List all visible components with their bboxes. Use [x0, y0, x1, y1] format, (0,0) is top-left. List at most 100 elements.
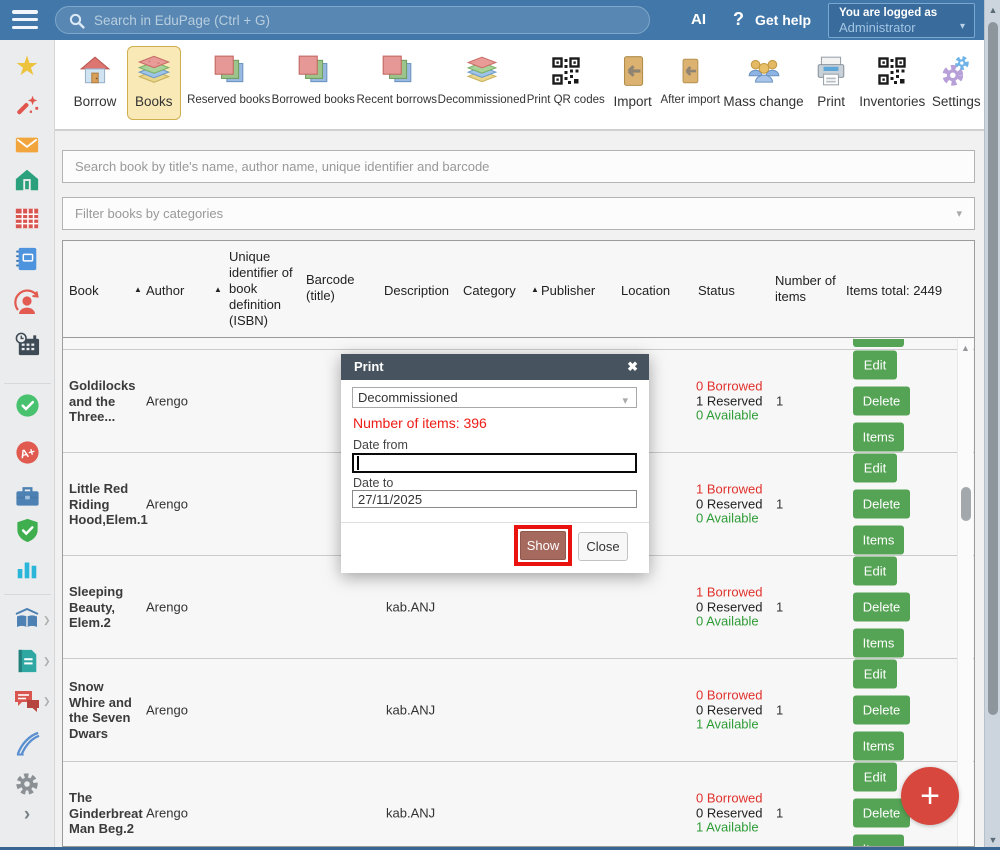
- col-description[interactable]: Description: [384, 283, 449, 299]
- toolbar-item-recent-borrows[interactable]: Recent borrows: [356, 46, 438, 120]
- book-search-field[interactable]: [62, 150, 975, 183]
- col-book[interactable]: Book: [69, 283, 99, 299]
- printer-icon: [814, 51, 848, 91]
- grade-a-plus-icon[interactable]: A+: [13, 438, 41, 466]
- people-group-icon: [746, 51, 782, 91]
- notes-document-icon[interactable]: [13, 647, 41, 675]
- items-button-partial[interactable]: [853, 339, 904, 347]
- delete-button[interactable]: Delete: [853, 387, 910, 416]
- sort-asc-icon[interactable]: ▲: [134, 285, 142, 294]
- gear-icon[interactable]: [13, 770, 41, 798]
- items-button[interactable]: Items: [853, 423, 904, 452]
- toolbar-item-import[interactable]: Import: [606, 46, 660, 120]
- book-status: 0 Borrowed 0 Reserved 1 Available: [696, 791, 772, 835]
- add-book-button[interactable]: +: [901, 767, 959, 825]
- book-layers-icon: [465, 51, 499, 91]
- toolbar-item-borrow[interactable]: Borrow: [69, 46, 121, 120]
- delete-button[interactable]: Delete: [853, 696, 910, 725]
- global-search-input[interactable]: [94, 9, 634, 31]
- toolbar-item-inventories[interactable]: Inventories: [856, 46, 928, 120]
- hamburger-menu-icon[interactable]: [12, 10, 38, 30]
- toolbar-item-reserved-books[interactable]: Reserved books: [187, 46, 271, 120]
- show-button[interactable]: Show: [520, 531, 566, 560]
- close-button[interactable]: Close: [578, 532, 628, 561]
- items-button[interactable]: Items: [853, 629, 904, 658]
- page-scrollbar[interactable]: ▲ ▼: [984, 0, 1000, 850]
- delete-button[interactable]: Delete: [853, 490, 910, 519]
- toolbar-item-borrowed-books[interactable]: Borrowed books: [271, 46, 356, 120]
- toolbar-item-mass-change[interactable]: Mass change: [721, 46, 806, 120]
- help-question-icon[interactable]: ?: [733, 9, 744, 30]
- print-dialog: Print ✖ Decommissioned ▾ Number of items…: [341, 354, 649, 573]
- notebook-icon[interactable]: [13, 245, 41, 273]
- toolbar-item-print[interactable]: Print: [806, 46, 856, 120]
- book-search-input[interactable]: [63, 151, 974, 182]
- table-scrollbar-thumb[interactable]: [961, 487, 971, 521]
- col-publisher[interactable]: Publisher: [541, 283, 595, 299]
- ai-button[interactable]: AI: [691, 11, 706, 28]
- shield-check-icon[interactable]: [13, 516, 41, 544]
- row-actions: Edit Delete Items: [853, 660, 910, 761]
- col-isbn[interactable]: Unique identifier of book definition (IS…: [229, 249, 305, 329]
- edit-button[interactable]: Edit: [853, 351, 897, 380]
- global-search-box[interactable]: [55, 6, 650, 34]
- toolbar-item-settings[interactable]: Settings: [928, 46, 984, 120]
- expand-sidebar-chevron[interactable]: ›: [24, 804, 30, 826]
- table-row-partial: [63, 339, 974, 350]
- status-reserved: 0 Reserved: [696, 806, 772, 821]
- delete-button[interactable]: Delete: [853, 593, 910, 622]
- edit-button[interactable]: Edit: [853, 763, 897, 792]
- chat-bubbles-icon[interactable]: [13, 687, 41, 715]
- chevron-right-icon: ❯: [43, 696, 51, 707]
- scroll-up-icon[interactable]: ▲: [958, 343, 973, 353]
- col-author[interactable]: Author: [146, 283, 184, 299]
- edit-button[interactable]: Edit: [853, 660, 897, 689]
- briefcase-icon[interactable]: [13, 482, 41, 510]
- person-refresh-icon[interactable]: [13, 289, 41, 317]
- status-available: 0 Available: [696, 408, 772, 423]
- get-help-button[interactable]: Get help: [755, 12, 811, 28]
- toolbar-item-after-import[interactable]: After import: [660, 46, 721, 120]
- sort-asc-icon[interactable]: ▲: [214, 285, 222, 294]
- items-total-label: Items total: 2449: [846, 283, 942, 299]
- edit-button[interactable]: Edit: [853, 454, 897, 483]
- col-status[interactable]: Status: [698, 283, 735, 299]
- col-category[interactable]: Category: [463, 283, 516, 299]
- items-button[interactable]: Items: [853, 835, 904, 848]
- home-icon[interactable]: [13, 166, 41, 194]
- category-filter-select[interactable]: ▾: [62, 197, 975, 230]
- star-icon[interactable]: ★: [13, 52, 41, 80]
- stats-bars-icon[interactable]: [13, 555, 41, 583]
- scroll-down-icon[interactable]: ▼: [985, 835, 1000, 845]
- date-from-input[interactable]: [352, 453, 637, 473]
- table-scrollbar[interactable]: ▲: [957, 339, 973, 847]
- scroll-up-icon[interactable]: ▲: [985, 5, 1000, 15]
- sort-asc-icon[interactable]: ▲: [531, 285, 539, 294]
- close-icon[interactable]: ✖: [627, 359, 638, 375]
- toolbar-item-books[interactable]: Books: [127, 46, 181, 120]
- logged-user-menu[interactable]: You are logged as Administrator ▾: [828, 3, 975, 38]
- col-location[interactable]: Location: [621, 283, 670, 299]
- print-type-select[interactable]: Decommissioned ▾: [352, 387, 637, 408]
- page-scrollbar-thumb[interactable]: [988, 22, 998, 715]
- col-number-of-items[interactable]: Number of items: [775, 273, 845, 305]
- edit-button[interactable]: Edit: [853, 557, 897, 586]
- chevron-right-icon: ❯: [43, 615, 51, 626]
- library-book-icon[interactable]: [13, 606, 41, 634]
- book-title: Little Red Riding Hood,Elem.1: [69, 481, 141, 528]
- items-button[interactable]: Items: [853, 732, 904, 761]
- schedule-grid-icon[interactable]: [13, 204, 41, 232]
- category-filter-input[interactable]: [63, 198, 974, 229]
- items-button[interactable]: Items: [853, 526, 904, 555]
- calendar-clock-icon[interactable]: [13, 330, 41, 358]
- mail-icon[interactable]: [13, 131, 41, 159]
- toolbar-item-print-qr-codes[interactable]: Print QR codes: [526, 46, 606, 120]
- date-to-input[interactable]: [352, 490, 637, 508]
- book-status: 0 Borrowed 1 Reserved 0 Available: [696, 379, 772, 423]
- check-badge-icon[interactable]: [13, 391, 41, 419]
- pen-icon[interactable]: [13, 729, 41, 757]
- magic-wand-icon[interactable]: [13, 92, 41, 120]
- toolbar-item-decommissioned[interactable]: Decommissioned: [438, 46, 526, 120]
- col-barcode[interactable]: Barcode (title): [306, 272, 370, 304]
- book-title: Sleeping Beauty, Elem.2: [69, 584, 141, 631]
